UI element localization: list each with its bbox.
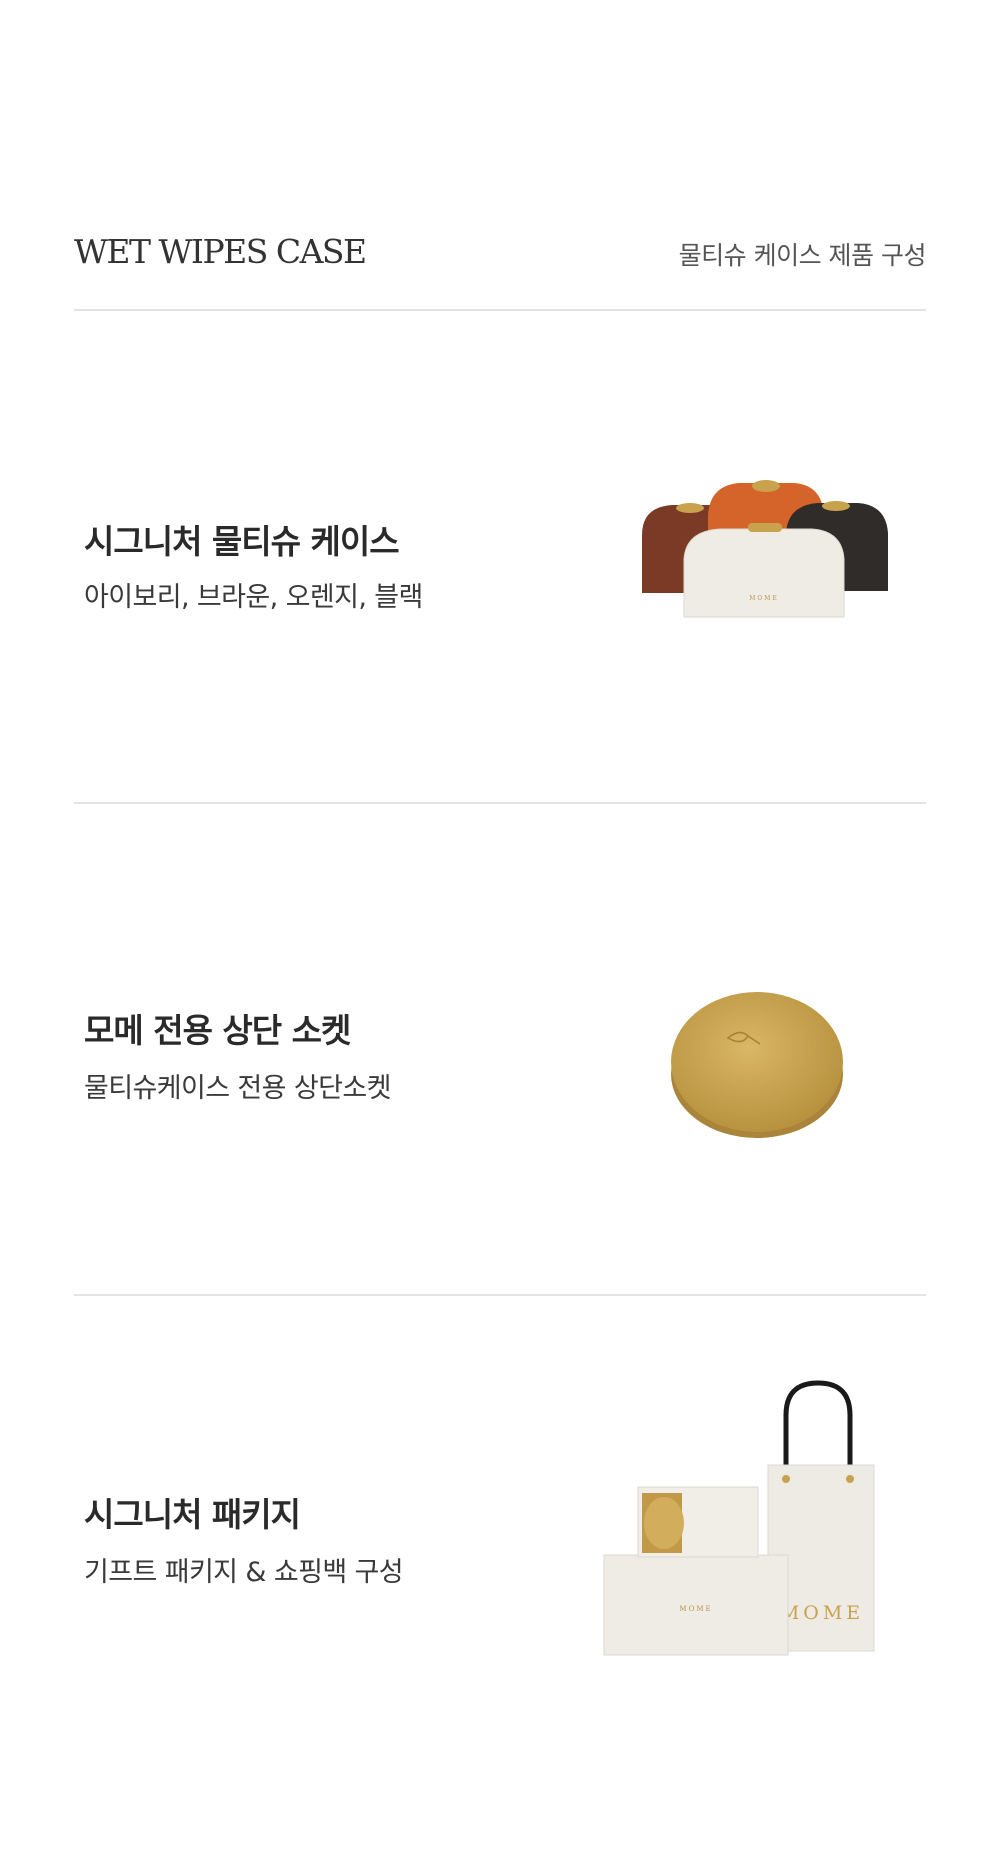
section-title: 시그니처 패키지 [84, 1495, 301, 1534]
header-divider [74, 309, 926, 311]
brown-case-socket [676, 503, 704, 513]
section-divider-2 [74, 1294, 926, 1296]
section-description: 기프트 패키지 & 쇼핑백 구성 [84, 1557, 404, 1588]
section-title: 시그니처 물티슈 케이스 [84, 522, 400, 561]
section-divider-1 [74, 802, 926, 804]
ivory-case-socket [748, 523, 782, 532]
orange-case-socket [752, 480, 780, 492]
section-title: 모메 전용 상단 소켓 [84, 1011, 351, 1050]
gift-box-logo: MOME [679, 1605, 712, 1613]
bag-handle [783, 1380, 853, 1471]
bag-eyelet [782, 1475, 790, 1483]
gold-socket-image [671, 992, 843, 1138]
ivory-case [683, 528, 845, 618]
black-case-socket [822, 501, 850, 511]
ivory-case-logo: MOME [749, 595, 779, 602]
page-header: WET WIPES CASE 물티슈 케이스 제품 구성 [74, 228, 927, 276]
socket-in-box-top [644, 1497, 684, 1549]
bag-logo: MOME [780, 1602, 864, 1624]
section-description: 물티슈케이스 전용 상단소켓 [84, 1073, 391, 1104]
page-subtitle: 물티슈 케이스 제품 구성 [678, 241, 927, 270]
page-title: WET WIPES CASE [74, 232, 367, 271]
section-description: 아이보리, 브라운, 오렌지, 블랙 [84, 582, 423, 613]
gift-package-image: MOME MOME [603, 1380, 875, 1656]
socket-top [671, 992, 843, 1132]
bag-eyelet [846, 1475, 854, 1483]
wet-wipes-cases-image: MOME [642, 480, 888, 618]
